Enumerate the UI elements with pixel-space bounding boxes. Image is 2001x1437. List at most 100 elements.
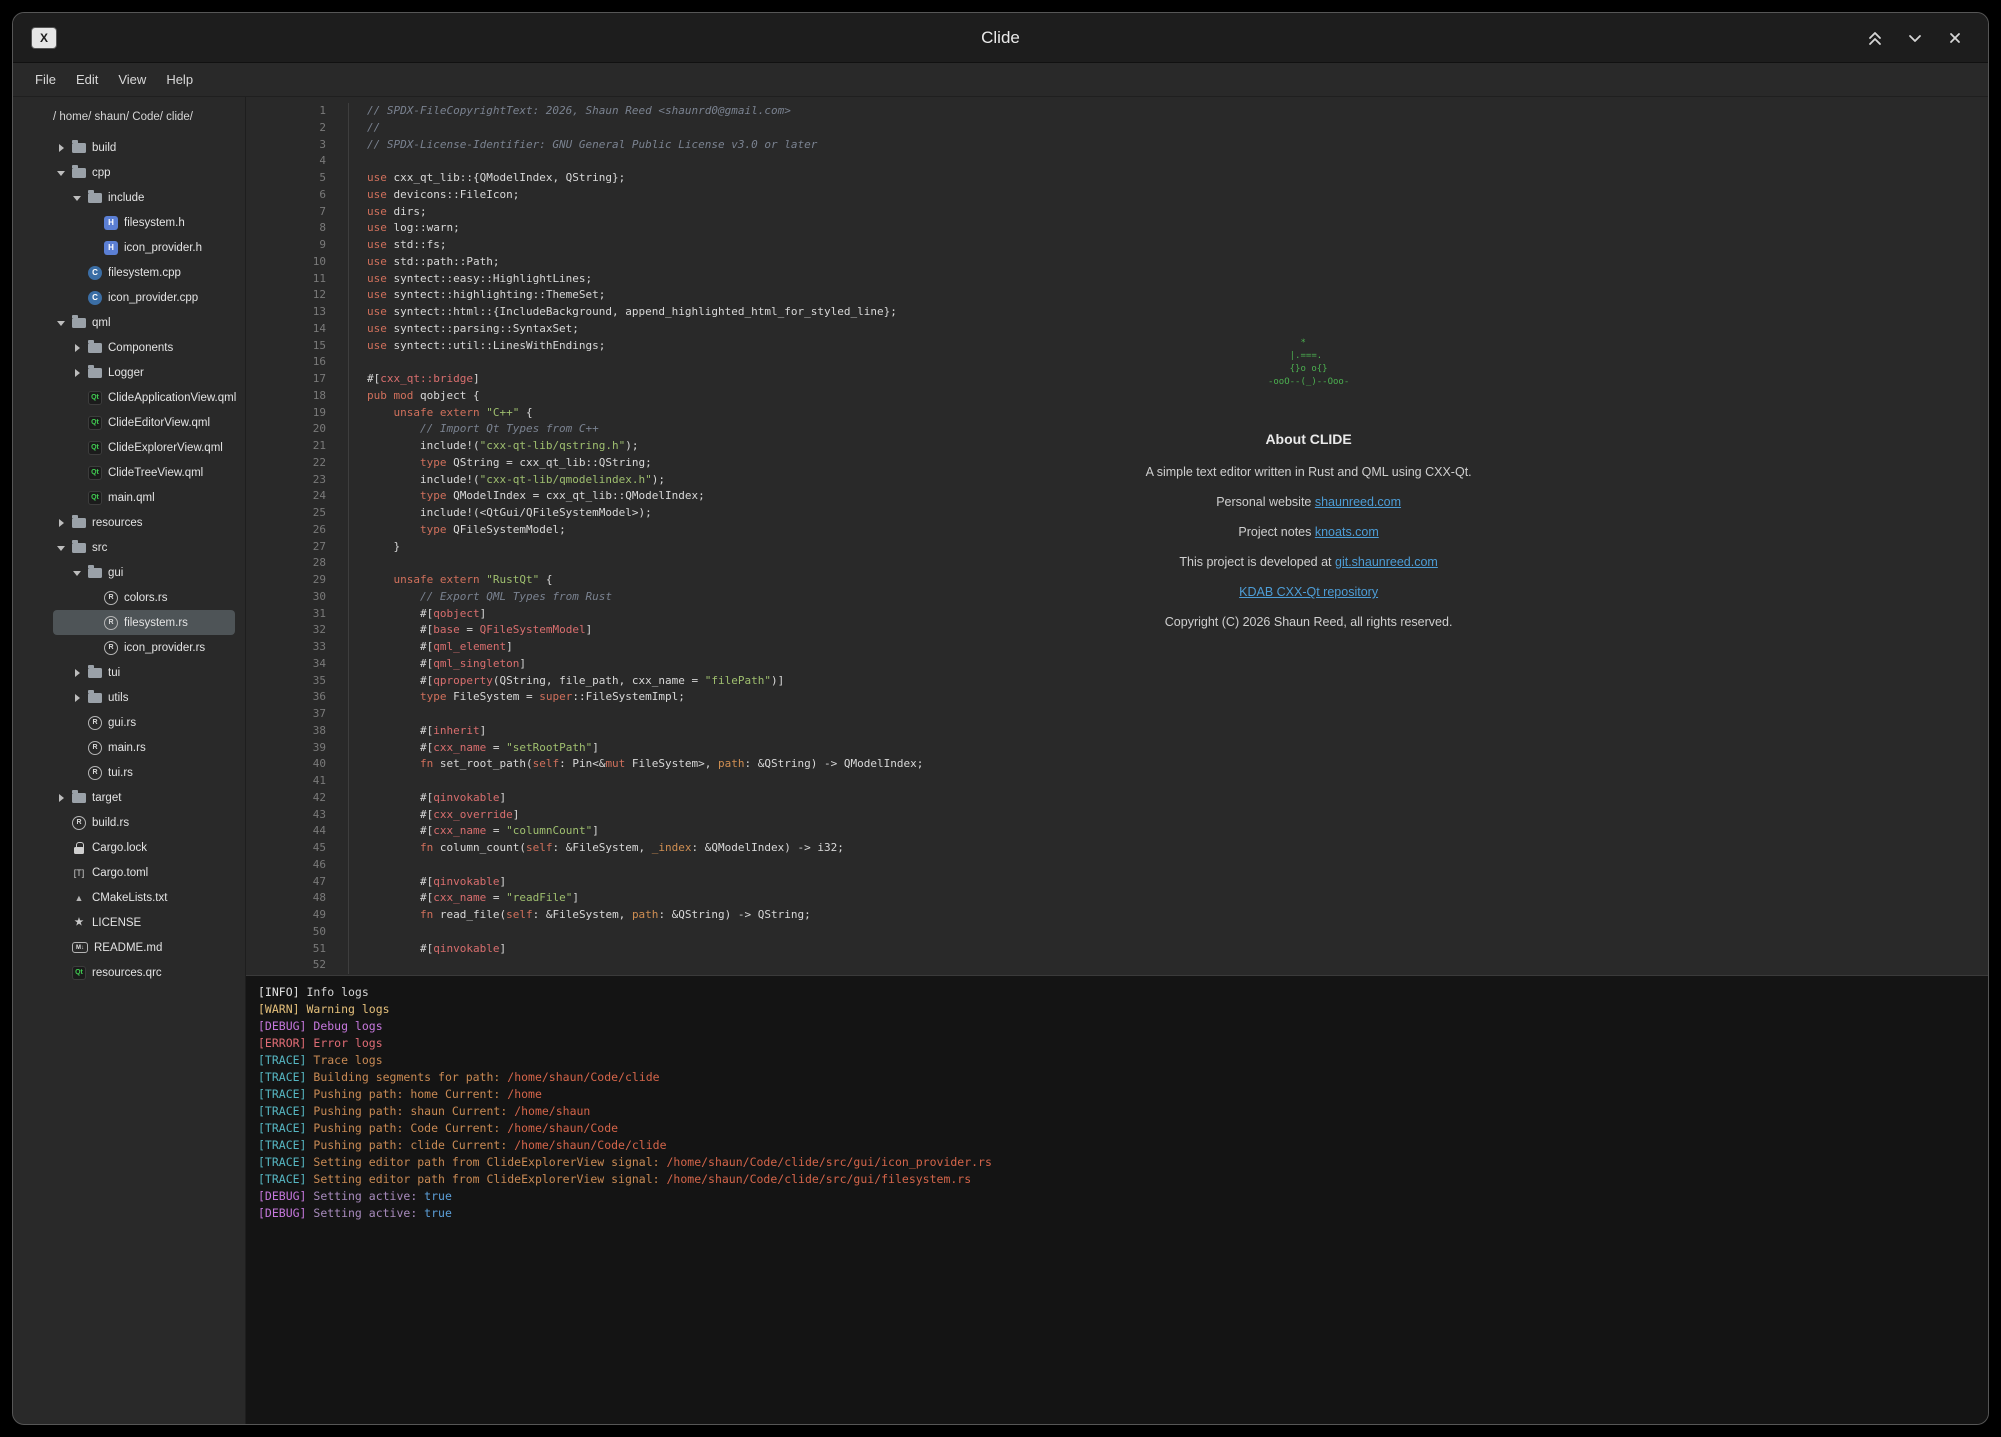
tree-folder-cpp[interactable]: cpp bbox=[53, 160, 235, 185]
line-number: 17 bbox=[246, 371, 348, 388]
tree-file-main.qml[interactable]: Qtmain.qml bbox=[53, 485, 235, 510]
tree-folder-build[interactable]: build bbox=[53, 135, 235, 160]
log-panel[interactable]: [INFO] Info logs[WARN] Warning logs[DEBU… bbox=[246, 975, 1988, 1424]
title-bar[interactable]: X Clide bbox=[13, 13, 1988, 63]
code-line: 42 #[qinvokable] bbox=[246, 790, 1988, 807]
chevron-right-icon[interactable] bbox=[73, 693, 82, 702]
tree-folder-qml[interactable]: qml bbox=[53, 310, 235, 335]
link-kdab-cxx-qt-repository[interactable]: KDAB CXX-Qt repository bbox=[1239, 585, 1378, 599]
tree-folder-Logger[interactable]: Logger bbox=[53, 360, 235, 385]
code-line: 50 bbox=[246, 924, 1988, 941]
line-number: 8 bbox=[246, 220, 348, 237]
line-number: 4 bbox=[246, 153, 348, 170]
tree-file-colors.rs[interactable]: Rcolors.rs bbox=[53, 585, 235, 610]
tree-file-README.md[interactable]: M↓README.md bbox=[53, 935, 235, 960]
tree-folder-tui[interactable]: tui bbox=[53, 660, 235, 685]
rust-file-icon: R bbox=[88, 716, 102, 730]
menu-file[interactable]: File bbox=[27, 69, 64, 90]
code-line: 38 #[inherit] bbox=[246, 723, 1988, 740]
line-number: 6 bbox=[246, 187, 348, 204]
chevron-right-icon[interactable] bbox=[73, 668, 82, 677]
tree-file-gui.rs[interactable]: Rgui.rs bbox=[53, 710, 235, 735]
chevron-down-icon[interactable] bbox=[73, 193, 82, 202]
menu-view[interactable]: View bbox=[110, 69, 154, 90]
tree-file-icon_provider.rs[interactable]: Ricon_provider.rs bbox=[53, 635, 235, 660]
chevron-down-icon[interactable] bbox=[57, 168, 66, 177]
tree-file-CMakeLists.txt[interactable]: ▲CMakeLists.txt bbox=[53, 885, 235, 910]
tree-label: gui bbox=[108, 567, 123, 579]
chevron-right-icon[interactable] bbox=[57, 143, 66, 152]
tree-label: filesystem.h bbox=[124, 217, 185, 229]
line-number: 40 bbox=[246, 756, 348, 773]
tree-file-ClideExplorerView.qml[interactable]: QtClideExplorerView.qml bbox=[53, 435, 235, 460]
tree-label: Cargo.lock bbox=[92, 842, 147, 854]
line-number: 28 bbox=[246, 555, 348, 572]
license-file-icon: ★ bbox=[72, 916, 86, 930]
code-text: fn set_root_path(self: Pin<&mut FileSyst… bbox=[348, 756, 1988, 773]
log-line: [TRACE] Pushing path: home Current: /hom… bbox=[258, 1086, 1988, 1103]
log-line: [TRACE] Pushing path: shaun Current: /ho… bbox=[258, 1103, 1988, 1120]
file-explorer-sidebar: / home/ shaun/ Code/ clide/ buildcppincl… bbox=[13, 97, 246, 1424]
code-line: 47 #[qinvokable] bbox=[246, 874, 1988, 891]
tree-file-Cargo.toml[interactable]: [T]Cargo.toml bbox=[53, 860, 235, 885]
tree-file-filesystem.rs[interactable]: Rfilesystem.rs bbox=[53, 610, 235, 635]
tree-folder-include[interactable]: include bbox=[53, 185, 235, 210]
tree-file-tui.rs[interactable]: Rtui.rs bbox=[53, 760, 235, 785]
chevron-right-icon[interactable] bbox=[57, 518, 66, 527]
tree-file-ClideApplicationView.qml[interactable]: QtClideApplicationView.qml bbox=[53, 385, 235, 410]
tree-file-icon_provider.cpp[interactable]: Cicon_provider.cpp bbox=[53, 285, 235, 310]
tree-label: src bbox=[92, 542, 107, 554]
tree-label: main.qml bbox=[108, 492, 155, 504]
tree-file-ClideTreeView.qml[interactable]: QtClideTreeView.qml bbox=[53, 460, 235, 485]
tree-folder-target[interactable]: target bbox=[53, 785, 235, 810]
tree-folder-gui[interactable]: gui bbox=[53, 560, 235, 585]
chevron-right-icon[interactable] bbox=[57, 793, 66, 802]
tree-folder-src[interactable]: src bbox=[53, 535, 235, 560]
chevron-down-icon[interactable] bbox=[73, 568, 82, 577]
qt-file-icon: Qt bbox=[88, 416, 102, 430]
tree-label: resources bbox=[92, 517, 143, 529]
line-number: 26 bbox=[246, 522, 348, 539]
tree-file-icon_provider.h[interactable]: Hicon_provider.h bbox=[53, 235, 235, 260]
line-number: 37 bbox=[246, 706, 348, 723]
link-shaunreed.com[interactable]: shaunreed.com bbox=[1315, 495, 1401, 509]
tree-file-main.rs[interactable]: Rmain.rs bbox=[53, 735, 235, 760]
link-knoats.com[interactable]: knoats.com bbox=[1315, 525, 1379, 539]
rust-file-icon: R bbox=[104, 591, 118, 605]
tree-file-LICENSE[interactable]: ★LICENSE bbox=[53, 910, 235, 935]
editor-view[interactable]: 1// SPDX-FileCopyrightText: 2026, Shaun … bbox=[246, 97, 1988, 975]
menu-help[interactable]: Help bbox=[158, 69, 201, 90]
close-button[interactable] bbox=[1944, 27, 1966, 49]
link-git.shaunreed.com[interactable]: git.shaunreed.com bbox=[1335, 555, 1438, 569]
line-number: 52 bbox=[246, 957, 348, 974]
chevron-down-icon[interactable] bbox=[57, 543, 66, 552]
tree-folder-resources[interactable]: resources bbox=[53, 510, 235, 535]
tree-folder-utils[interactable]: utils bbox=[53, 685, 235, 710]
chevron-right-icon[interactable] bbox=[73, 368, 82, 377]
line-number: 7 bbox=[246, 204, 348, 221]
ascii-art-logo: * |.===. {}o o{} -ooO--(_)--Ooo- bbox=[1268, 337, 1349, 389]
tree-folder-Components[interactable]: Components bbox=[53, 335, 235, 360]
chevron-right-icon[interactable] bbox=[73, 343, 82, 352]
chevron-down-icon[interactable] bbox=[57, 318, 66, 327]
chevrons-up-button[interactable] bbox=[1864, 27, 1886, 49]
menu-edit[interactable]: Edit bbox=[68, 69, 106, 90]
code-line: 41 bbox=[246, 773, 1988, 790]
line-number: 1 bbox=[246, 103, 348, 120]
tree-file-build.rs[interactable]: Rbuild.rs bbox=[53, 810, 235, 835]
chevron-down-button[interactable] bbox=[1904, 27, 1926, 49]
tree-file-ClideEditorView.qml[interactable]: QtClideEditorView.qml bbox=[53, 410, 235, 435]
tree-file-filesystem.cpp[interactable]: Cfilesystem.cpp bbox=[53, 260, 235, 285]
folder-icon bbox=[72, 543, 86, 553]
qt-file-icon: Qt bbox=[72, 966, 86, 980]
code-line: 40 fn set_root_path(self: Pin<&mut FileS… bbox=[246, 756, 1988, 773]
line-number: 44 bbox=[246, 823, 348, 840]
tree-file-Cargo.lock[interactable]: Cargo.lock bbox=[53, 835, 235, 860]
tree-file-filesystem.h[interactable]: Hfilesystem.h bbox=[53, 210, 235, 235]
line-number: 35 bbox=[246, 673, 348, 690]
code-text: #[cxx_name = "columnCount"] bbox=[348, 823, 1988, 840]
code-line: 36 type FileSystem = super::FileSystemIm… bbox=[246, 689, 1988, 706]
line-number: 9 bbox=[246, 237, 348, 254]
code-text: use syntect::html::{IncludeBackground, a… bbox=[348, 304, 1988, 321]
tree-file-resources.qrc[interactable]: Qtresources.qrc bbox=[53, 960, 235, 985]
